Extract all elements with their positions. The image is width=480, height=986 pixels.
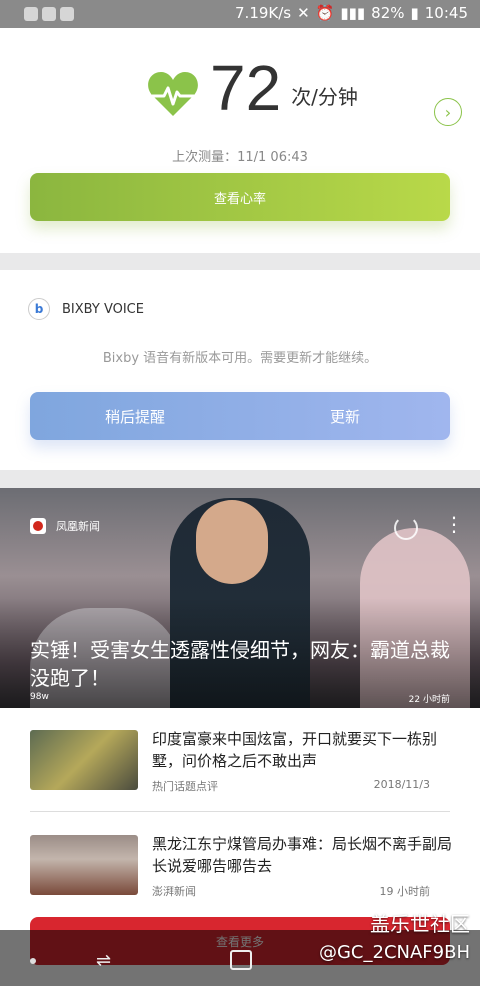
battery-level: 82% — [371, 4, 405, 22]
hero-photo-face — [196, 500, 268, 584]
clock: 10:45 — [424, 4, 468, 22]
nav-indicator-dot — [30, 958, 36, 964]
news-item-source: 热门话题点评 — [152, 780, 218, 793]
hero-headline: 实锤！受害女生透露性侵细节，网友：霸道总裁没跑了！ — [30, 638, 450, 690]
news-thumbnail — [30, 835, 138, 895]
bixby-logo-icon: b — [28, 298, 50, 320]
hero-time: 22 小时前 — [408, 695, 450, 705]
news-item-title: 黑龙江东宁煤管局办事难：局长烟不离手副局长说爱哪告哪告去 — [152, 835, 453, 875]
watermark-user: @GC_2CNAF9BH — [318, 942, 470, 963]
recent-apps-icon[interactable]: ⇌ — [96, 950, 111, 971]
app-notification-icon — [24, 7, 38, 21]
app-notification-icon-2 — [42, 7, 56, 21]
ifeng-logo-icon — [30, 518, 46, 534]
heart-rate-card[interactable]: 72 次/分钟 › 上次测量：11/1 06:43 查看心率 — [0, 28, 480, 253]
bixby-voice-card: b BIXBY VOICE Bixby 语音有新版本可用。需要更新才能继续。 稍… — [0, 270, 480, 470]
alarm-icon: ⏰ — [315, 4, 335, 22]
heart-icon — [148, 72, 198, 116]
app-notification-icon-3 — [60, 7, 74, 21]
bixby-button-bar: 稍后提醒 更新 — [30, 392, 450, 440]
remind-later-button[interactable]: 稍后提醒 — [30, 406, 240, 427]
watermark-title: 盖乐世社区 — [370, 912, 470, 936]
hero-news[interactable]: 凤凰新闻 ⋮ 实锤！受害女生透露性侵细节，网友：霸道总裁没跑了！ 98w 22 … — [0, 488, 480, 708]
news-thumbnail — [30, 730, 138, 790]
network-speed: 7.19K/s — [235, 4, 292, 22]
hero-views: 98w — [30, 692, 49, 702]
chevron-right-icon[interactable]: › — [434, 98, 462, 126]
news-list-item[interactable]: 印度富豪来中国炫富，开口就要买下一栋别墅，问价格之后不敢出声 热门话题点评 20… — [0, 730, 480, 830]
status-right: 7.19K/s ✕ ⏰ ▮▮▮ 82% ▮ 10:45 — [235, 4, 468, 22]
heart-rate-value: 72 — [210, 52, 282, 124]
mute-icon: ✕ — [297, 4, 310, 22]
view-heart-rate-button[interactable]: 查看心率 — [30, 173, 450, 221]
status-bar: 7.19K/s ✕ ⏰ ▮▮▮ 82% ▮ 10:45 — [0, 0, 480, 28]
home-icon[interactable] — [230, 950, 252, 970]
refresh-icon[interactable] — [394, 516, 418, 540]
news-source-row: 凤凰新闻 — [30, 518, 100, 534]
bixby-header: b BIXBY VOICE — [28, 298, 144, 320]
battery-icon: ▮ — [410, 4, 419, 22]
news-source-name: 凤凰新闻 — [56, 520, 100, 533]
more-options-icon[interactable]: ⋮ — [444, 514, 464, 534]
heart-rate-unit: 次/分钟 — [291, 85, 358, 109]
last-measured-text: 上次测量：11/1 06:43 — [172, 150, 308, 165]
heart-rate-row: 72 次/分钟 — [146, 52, 358, 124]
bixby-update-message: Bixby 语音有新版本可用。需要更新才能继续。 — [102, 351, 378, 366]
news-item-title: 印度富豪来中国炫富，开口就要买下一栋别墅，问价格之后不敢出声 — [152, 730, 438, 770]
divider — [30, 811, 450, 812]
bixby-title: BIXBY VOICE — [62, 301, 144, 317]
news-item-date: 19 小时前 — [379, 885, 431, 898]
update-button[interactable]: 更新 — [240, 406, 450, 427]
signal-icon: ▮▮▮ — [340, 4, 366, 22]
news-item-date: 2018/11/3 — [373, 778, 430, 791]
status-left-icons — [0, 7, 74, 21]
news-item-source: 澎湃新闻 — [152, 885, 196, 898]
